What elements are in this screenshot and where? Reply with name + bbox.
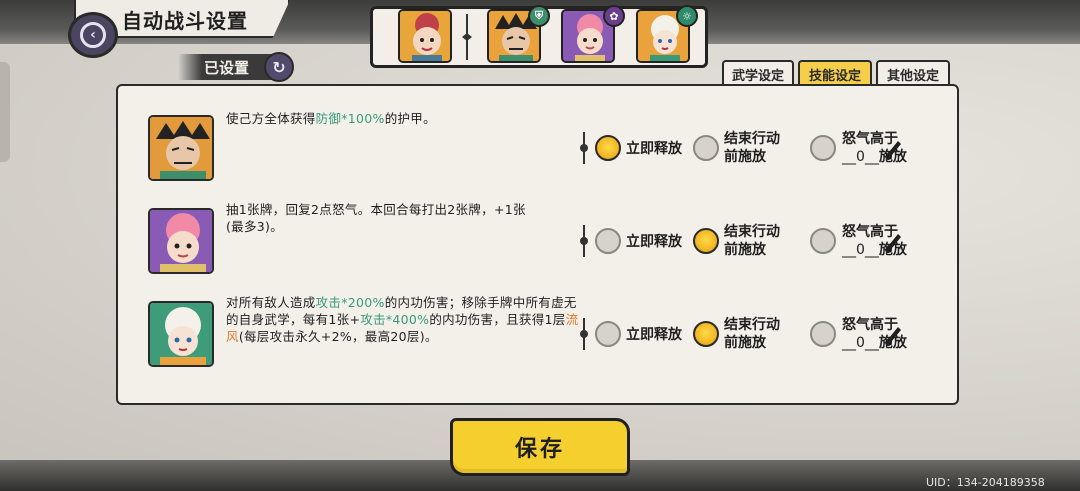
release-immediately-radio[interactable]	[595, 228, 621, 254]
skill-description: 使己方全体获得防御*100%的护甲。	[226, 111, 436, 126]
release-immediately-radio[interactable]	[595, 135, 621, 161]
side-drawer-handle[interactable]	[0, 62, 10, 162]
flower-icon: ✿	[603, 5, 625, 27]
status-badge: 已设置	[178, 54, 274, 80]
rage-threshold-value[interactable]: __0__	[842, 335, 879, 351]
rage-threshold-value[interactable]: __0__	[842, 242, 879, 258]
back-button[interactable]: ‹	[68, 12, 118, 58]
release-immediately-radio[interactable]	[595, 321, 621, 347]
skill-icon	[148, 208, 214, 274]
release-before-end-label: 结束行动 前施放	[724, 317, 780, 351]
release-rage-threshold-radio[interactable]	[810, 135, 836, 161]
skill-description: 抽1张牌，回复2点怒气。本回合每打出2张牌，+1张 (最多3)。	[226, 202, 526, 234]
leader-avatar[interactable]	[398, 9, 452, 63]
release-before-end-radio[interactable]	[693, 228, 719, 254]
option-divider	[580, 132, 588, 164]
save-button[interactable]: 保存	[450, 418, 630, 476]
edit-brush-icon[interactable]	[884, 140, 902, 162]
page-title: 自动战斗设置	[122, 9, 248, 33]
shield-icon: ⛨	[528, 5, 550, 27]
release-before-end-label: 结束行动 前施放	[724, 131, 780, 165]
release-immediately-label: 立即释放	[626, 327, 682, 343]
option-divider	[580, 318, 588, 350]
skill-description: 对所有敌人造成攻击*200%的内功伤害；移除手牌中所有虚无的自身武学，每有1张+…	[226, 295, 579, 344]
release-immediately-label: 立即释放	[626, 234, 682, 250]
tab-other-settings[interactable]: 其他设定	[876, 60, 950, 86]
release-before-end-radio[interactable]	[693, 135, 719, 161]
release-rage-threshold-radio[interactable]	[810, 228, 836, 254]
edit-brush-icon[interactable]	[884, 326, 902, 348]
swap-icon[interactable]: ↻	[264, 52, 294, 82]
rage-threshold-value[interactable]: __0__	[842, 149, 879, 165]
option-divider	[580, 225, 588, 257]
swirl-icon: ☼	[676, 5, 698, 27]
uid-label: UID：134-204189358	[926, 476, 1045, 489]
edit-brush-icon[interactable]	[884, 233, 902, 255]
release-before-end-label: 结束行动 前施放	[724, 224, 780, 258]
tab-skill-settings[interactable]: 技能设定	[798, 60, 872, 86]
back-arrow-icon: ‹	[80, 22, 106, 48]
skill-icon	[148, 115, 214, 181]
release-immediately-label: 立即释放	[626, 141, 682, 157]
release-rage-threshold-radio[interactable]	[810, 321, 836, 347]
tab-martial-settings[interactable]: 武学设定	[722, 60, 794, 86]
release-before-end-radio[interactable]	[693, 321, 719, 347]
skill-icon	[148, 301, 214, 367]
team-divider	[465, 14, 469, 60]
